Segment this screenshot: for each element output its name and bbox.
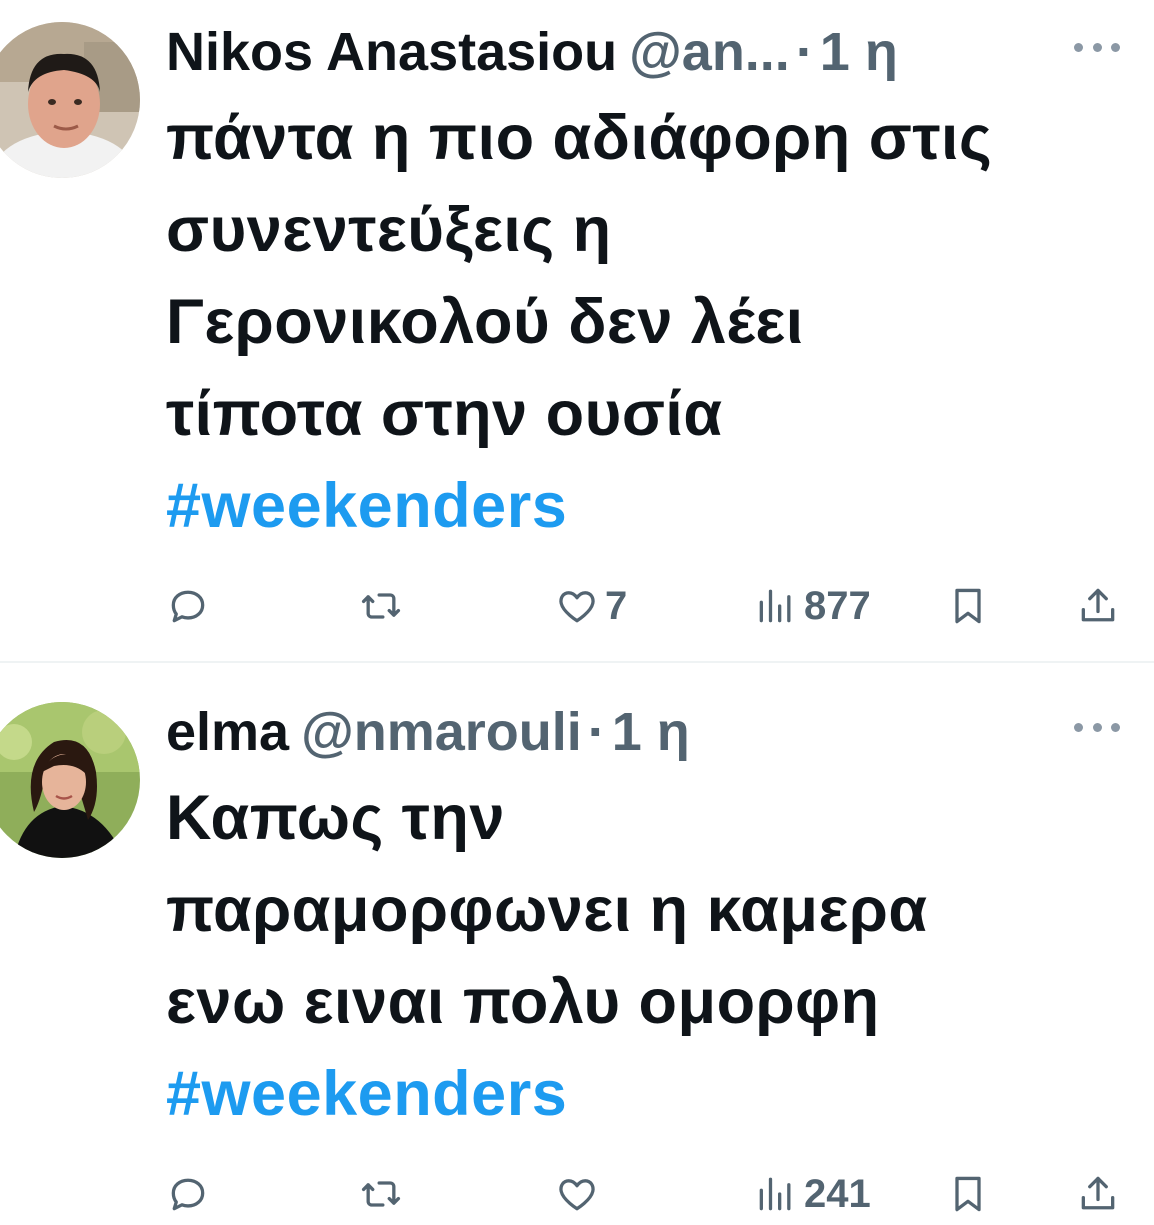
tweet-text-line: παραμορφωνει η καμερα [166, 875, 928, 945]
tweet[interactable]: elma @nmarouli · 1 η Καπως την παραμορφωνει… [0, 662, 1154, 1225]
bookmark-button[interactable] [946, 576, 990, 636]
like-button[interactable] [555, 1164, 605, 1224]
views-chart-icon [759, 1177, 791, 1211]
retweet-button[interactable] [359, 576, 409, 636]
avatar[interactable] [0, 702, 140, 858]
share-button[interactable] [1076, 576, 1120, 636]
tweet-text-line: τίποτα στην ουσία [166, 379, 723, 449]
action-bar: 241 [0, 1164, 1154, 1224]
reply-button[interactable] [166, 1164, 216, 1224]
hashtag-link[interactable]: #weekenders [166, 460, 1141, 552]
retweet-icon [361, 593, 401, 619]
like-button[interactable]: 7 [555, 576, 627, 636]
tweet-text-line: συνεντεύξεις η [166, 195, 612, 265]
retweet-button[interactable] [359, 1164, 409, 1224]
tweet-text: πάντα η πιο αδιάφορη στις συνεντεύξεις η… [166, 92, 1141, 552]
tweet-text-line: πάντα η πιο αδιάφορη στις [166, 103, 993, 173]
tweet-header: Nikos Anastasiou @an... · 1 η [166, 20, 1004, 84]
bookmark-icon [955, 1176, 981, 1212]
hashtag-link[interactable]: #weekenders [166, 1048, 1141, 1140]
separator-dot: · [587, 702, 606, 762]
reply-icon [171, 1178, 205, 1211]
like-count: 7 [605, 583, 628, 628]
separator-dot: · [795, 22, 814, 82]
retweet-icon [361, 1181, 401, 1207]
views-button[interactable]: 241 [754, 1164, 871, 1224]
tweet-text: Καπως την παραμορφωνει η καμερα ενω εινα… [166, 772, 1141, 1140]
avatar[interactable] [0, 22, 140, 178]
tweet-text-line: Καπως την [166, 783, 505, 853]
reply-button[interactable] [166, 576, 216, 636]
timestamp[interactable]: 1 η [820, 22, 898, 82]
bookmark-icon [955, 588, 981, 624]
timestamp[interactable]: 1 η [612, 702, 690, 762]
action-bar: 7 877 [0, 576, 1154, 636]
user-handle[interactable]: @an... [629, 22, 790, 82]
views-count: 877 [804, 583, 871, 628]
display-name[interactable]: Nikos Anastasiou [166, 22, 617, 82]
tweet[interactable]: Nikos Anastasiou @an... · 1 η πάντα η πιο α… [0, 0, 1154, 662]
tweet-text-line: ενω ειναι πολυ ομορφη [166, 967, 880, 1037]
share-button[interactable] [1076, 1164, 1120, 1224]
more-options-icon[interactable] [1074, 712, 1120, 742]
avatar-man-icon [0, 22, 140, 178]
views-count: 241 [804, 1171, 871, 1216]
bookmark-button[interactable] [946, 1164, 990, 1224]
tweet-header: elma @nmarouli · 1 η [166, 700, 1004, 764]
reply-icon [171, 590, 205, 623]
heart-icon [559, 1179, 595, 1211]
user-handle[interactable]: @nmarouli [301, 702, 582, 762]
tweet-text-line: Γερονικολού δεν λέει [166, 287, 804, 357]
heart-icon [559, 591, 595, 623]
more-options-icon[interactable] [1074, 32, 1120, 62]
views-button[interactable]: 877 [754, 576, 871, 636]
display-name[interactable]: elma [166, 702, 289, 762]
share-icon [1081, 588, 1115, 622]
avatar-woman-icon [0, 702, 140, 858]
views-chart-icon [759, 589, 791, 623]
share-icon [1081, 1176, 1115, 1210]
